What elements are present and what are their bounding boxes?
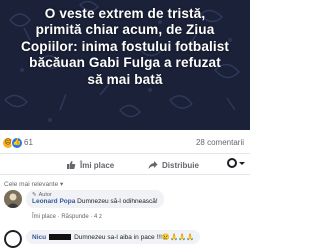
thumbs-up-icon <box>67 160 76 169</box>
comments-sort-dropdown[interactable]: Cele mai relevante ▾ <box>4 180 63 188</box>
chevron-down-icon <box>239 161 245 165</box>
headline-line: O veste extrem de tristă, <box>44 6 206 21</box>
post-image-banner[interactable]: O veste extrem de tristă, primită chiar … <box>0 0 250 130</box>
user-avatar-icon <box>4 190 22 208</box>
redacted-name-block <box>49 234 72 240</box>
comment-text: Dumnezeu sa-l aiba in pace !!!😢🙏🙏🙏 <box>74 234 195 241</box>
headline-line: Copiilor: inima fostului fotbalist <box>20 38 230 54</box>
comment-actions[interactable]: Îmi place · Răspunde · 4 z <box>32 214 102 220</box>
reactions-count[interactable]: 61 <box>24 138 33 147</box>
share-button[interactable]: Distribuie <box>148 160 199 170</box>
headline-line: băcăuan Gabi Fulga a refuzat <box>29 55 221 71</box>
headline-line: primită chiar acum, de Ziua <box>35 22 215 38</box>
post-actions-bar: Îmi place Distribuie <box>0 155 250 175</box>
post-headline: O veste extrem de tristă, primită chiar … <box>4 6 246 88</box>
reaction-audience-selector[interactable] <box>227 158 245 168</box>
like-button-label: Îmi place <box>80 160 115 170</box>
comment-line: Nicu Dumnezeu sa-l aiba in pace !!!😢🙏🙏🙏 <box>32 233 195 242</box>
like-reaction-icon: 👍 <box>11 137 23 149</box>
comment-author[interactable]: Leonard Popa <box>32 198 75 205</box>
comment-author[interactable]: Nicu <box>32 234 46 241</box>
avatar[interactable] <box>4 230 22 248</box>
share-button-label: Distribuie <box>162 160 199 170</box>
user-avatar-icon <box>4 230 22 248</box>
avatar-ring-icon <box>227 158 237 168</box>
comment-line: Leonard Popa Dumnezeu să-l odihnească! <box>32 198 158 205</box>
comment-bubble: Nicu Dumnezeu sa-l aiba in pace !!!😢🙏🙏🙏 <box>26 230 201 244</box>
avatar[interactable] <box>4 190 22 208</box>
like-button[interactable]: Îmi place <box>66 160 114 170</box>
comment-bubble: ✎ Autor Leonard Popa Dumnezeu să-l odihn… <box>26 190 164 208</box>
comments-count[interactable]: 28 comentarii <box>196 138 244 147</box>
reactions-bar: ☹ 👍 61 28 comentarii <box>0 132 250 154</box>
headline-line: să mai bată <box>87 71 163 87</box>
comment-text: Dumnezeu să-l odihnească! <box>77 198 158 205</box>
share-arrow-icon <box>148 161 158 169</box>
